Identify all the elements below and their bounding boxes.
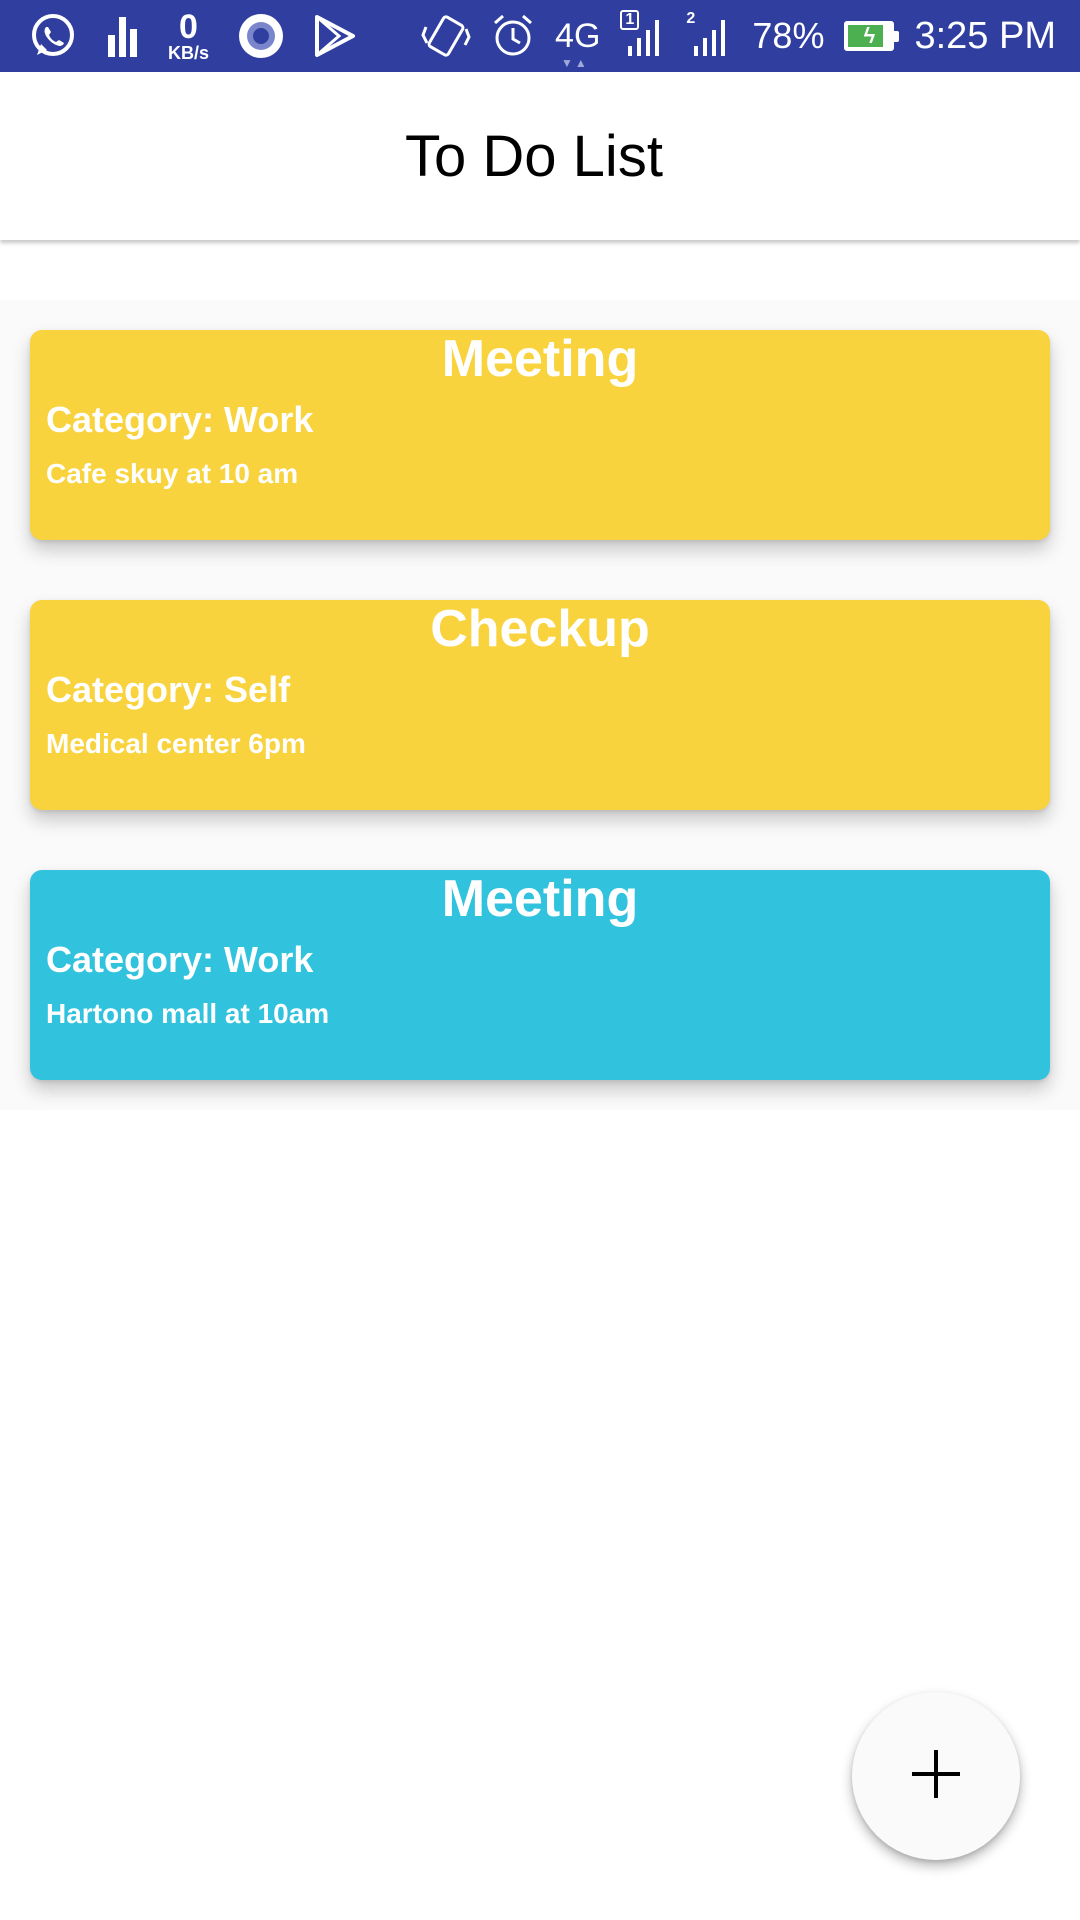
vibrate-icon — [421, 13, 471, 59]
data-speed-value: 0 — [179, 8, 198, 46]
status-bar-left: 0 KB/s — [28, 10, 357, 62]
battery-percent: 78% — [752, 15, 825, 56]
data-speed-icon: 0 KB/s — [168, 10, 209, 62]
list-item: Meeting Category: Work Hartono mall at 1… — [0, 840, 1080, 1110]
app-bar: To Do List — [0, 72, 1080, 240]
todo-category: Category: Self — [46, 669, 291, 710]
sim2-label: 2 — [686, 10, 696, 27]
todo-category: Category: Work — [46, 939, 314, 980]
list-item: Checkup Category: Self Medical center 6p… — [0, 570, 1080, 840]
sim1-signal-icon: 1 — [620, 10, 666, 58]
todo-category: Category: Work — [46, 399, 314, 440]
todo-title: Checkup — [430, 600, 650, 658]
circle-record-icon — [237, 12, 285, 60]
todo-description: Cafe skuy at 10 am — [46, 458, 299, 489]
play-store-icon — [313, 14, 357, 58]
alarm-icon — [491, 13, 535, 59]
page-title: To Do List — [405, 123, 663, 189]
status-bar-right: 4G ▼▲ 1 2 78% ϟ 3:25 PM — [421, 10, 1056, 70]
todo-list: Meeting Category: Work Cafe skuy at 10 a… — [0, 300, 1080, 1110]
todo-card[interactable]: Checkup Category: Self Medical center 6p… — [30, 600, 1050, 810]
whatsapp-icon — [28, 11, 78, 61]
todo-title: Meeting — [441, 330, 639, 388]
plus-icon — [908, 1746, 964, 1807]
add-todo-button[interactable] — [852, 1692, 1020, 1860]
status-bar: 0 KB/s 4G ▼▲ 1 2 78% ϟ 3:25 PM — [0, 0, 1080, 72]
list-item: Meeting Category: Work Cafe skuy at 10 a… — [0, 300, 1080, 570]
todo-title: Meeting — [441, 870, 639, 928]
sim2-signal-icon: 2 — [686, 10, 732, 58]
todo-description: Medical center 6pm — [46, 728, 306, 759]
network-type-label: 4G — [555, 16, 601, 55]
data-speed-unit: KB/s — [168, 43, 210, 63]
sim1-label: 1 — [620, 10, 640, 30]
signal-bars-icon — [106, 13, 140, 59]
charging-bolt-icon: ϟ — [863, 23, 876, 48]
network-activity-arrows: ▼▲ — [561, 55, 589, 70]
todo-card[interactable]: Meeting Category: Work Cafe skuy at 10 a… — [30, 330, 1050, 540]
status-time: 3:25 PM — [914, 14, 1056, 57]
todo-card[interactable]: Meeting Category: Work Hartono mall at 1… — [30, 870, 1050, 1080]
battery-icon: ϟ — [844, 21, 900, 51]
todo-description: Hartono mall at 10am — [46, 998, 330, 1029]
network-type-icon: 4G ▼▲ — [555, 16, 601, 70]
